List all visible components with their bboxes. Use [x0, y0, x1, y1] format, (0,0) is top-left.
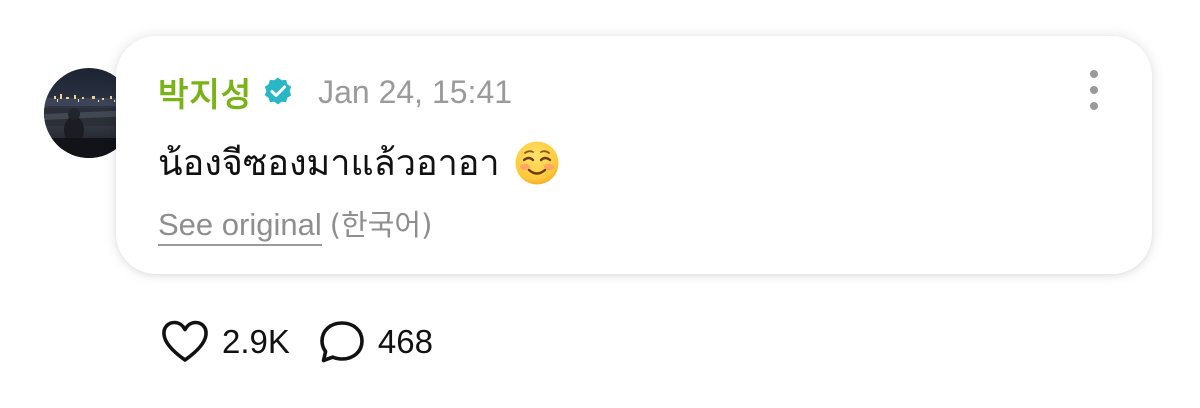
comment-count: 468 — [377, 323, 433, 360]
more-dot — [1090, 102, 1098, 110]
post-header: 박지성 Jan 24, 15:41 — [158, 68, 513, 116]
more-vertical-icon[interactable] — [1088, 70, 1100, 110]
message-text: น้องจีซองมาแล้วอาอา — [158, 143, 500, 184]
like-button[interactable]: 2.9K — [160, 319, 290, 365]
translation-row: See original (한국어) — [158, 202, 433, 246]
like-count: 2.9K — [222, 323, 290, 360]
see-original-link[interactable]: See original — [158, 207, 322, 246]
heart-icon — [160, 319, 210, 365]
verified-badge-icon — [262, 76, 294, 108]
original-language-label: (한국어) — [329, 208, 433, 242]
post-message: น้องจีซองมาแล้วอาอา — [158, 134, 560, 191]
username[interactable]: 박지성 — [158, 68, 252, 116]
comment-button[interactable]: 468 — [318, 319, 433, 365]
smiling-face-emoji-icon — [514, 140, 560, 186]
comment-bubble-icon — [318, 319, 366, 365]
post-actions: 2.9K 468 — [160, 318, 433, 366]
post-timestamp: Jan 24, 15:41 — [318, 73, 513, 110]
more-dot — [1090, 70, 1098, 78]
post-card: 박지성 Jan 24, 15:41 น้องจีซองมาแล้วอาอา Se… — [116, 36, 1152, 274]
post-page: 박지성 Jan 24, 15:41 น้องจีซองมาแล้วอาอา Se… — [0, 0, 1200, 408]
more-dot — [1090, 86, 1098, 94]
